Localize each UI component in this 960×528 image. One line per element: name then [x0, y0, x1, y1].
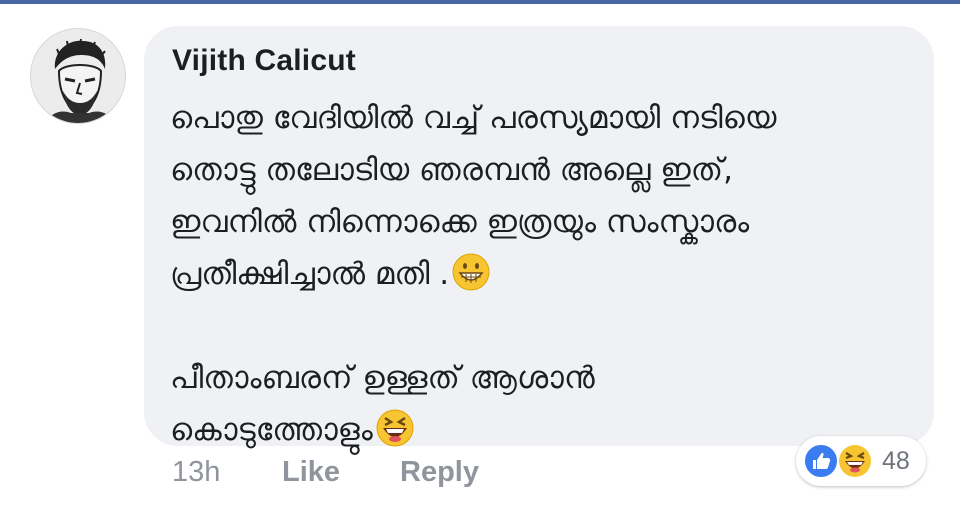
reaction-count: 48 — [882, 447, 910, 475]
comment-line: കൊടുത്തോളും — [170, 412, 373, 448]
reply-button[interactable]: Reply — [400, 456, 479, 489]
avatar[interactable] — [30, 28, 126, 124]
comment-line: പ്രതീക്ഷിച്ചാൽ മതി . — [170, 256, 450, 292]
comment-line: പൊതു വേദിയിൽ വച്ച് പരസ്യമായി നടിയെ — [170, 100, 777, 136]
laughing-face-emoji-icon — [375, 408, 415, 448]
comment-line-with-emoji: പ്രതീക്ഷിച്ചാൽ മതി . — [170, 248, 920, 300]
comment-author[interactable]: Vijith Calicut — [172, 44, 356, 78]
like-icon — [803, 443, 839, 479]
top-border — [0, 0, 960, 4]
comment-text: പൊതു വേദിയിൽ വച്ച് പരസ്യമായി നടിയെ തൊട്ട… — [170, 92, 920, 456]
haha-icon — [836, 442, 874, 480]
reaction-summary[interactable]: 48 — [796, 436, 926, 486]
like-button[interactable]: Like — [282, 456, 340, 489]
grinning-face-emoji-icon — [451, 252, 491, 292]
comment-line: പീതാംബരന് ഉള്ളത് ആശാൻ — [170, 360, 595, 396]
comment-line: ഇവനിൽ നിന്നൊക്കെ ഇത്രയും സംസ്കാരം — [170, 204, 750, 240]
timestamp[interactable]: 13h — [172, 456, 220, 489]
comment-line: തൊട്ടു തലോടിയ ഞരമ്പൻ അല്ലെ ഇത്, — [170, 152, 733, 188]
